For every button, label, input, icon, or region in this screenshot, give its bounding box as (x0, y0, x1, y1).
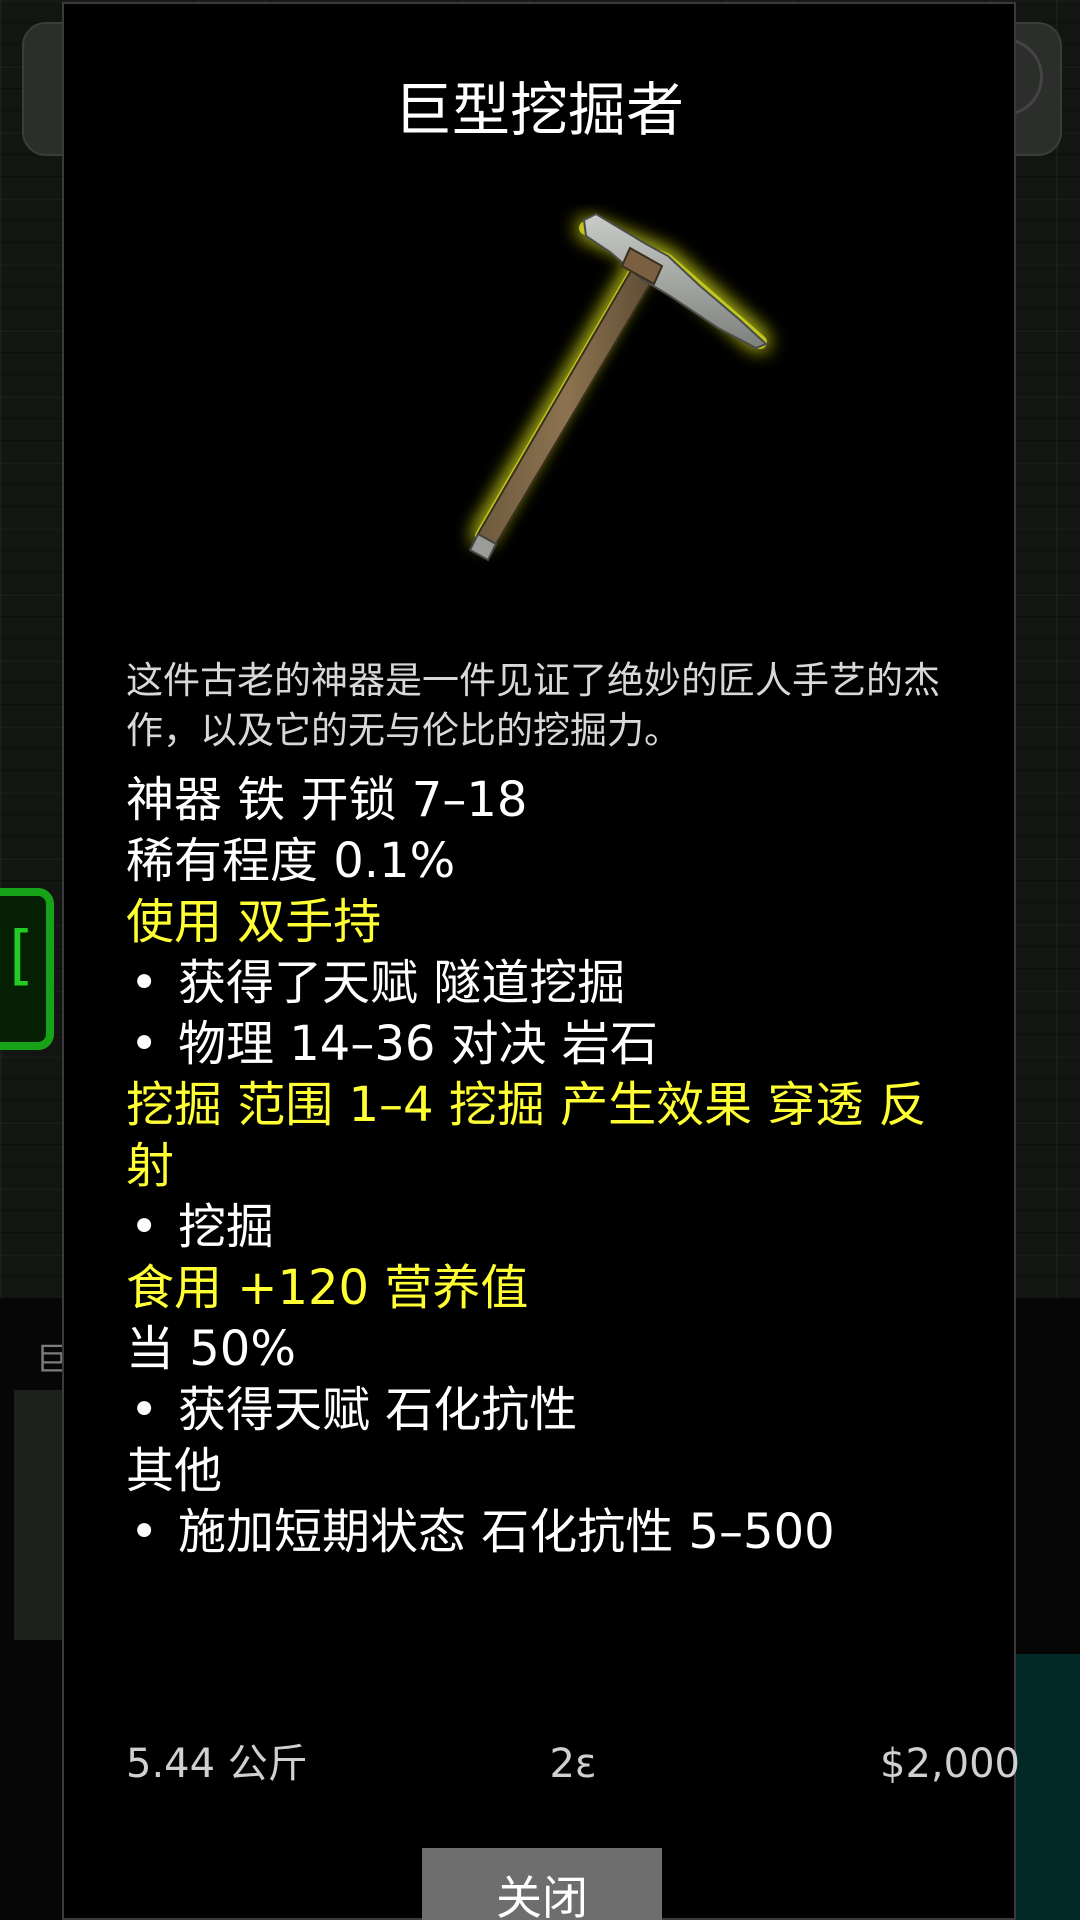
item-stats: 这件古老的神器是一件见证了绝妙的匠人手艺的杰作，以及它的无与伦比的挖掘力。 神器… (126, 656, 966, 1563)
stat-bullet-line: • 挖掘 (126, 1197, 966, 1258)
bullet-marker: • (130, 1199, 159, 1255)
item-footer: 5.44 公斤 2ε $2,000 (126, 1734, 1020, 1794)
item-detail-dialog: 巨型挖掘者 这件古老的神器是一件见证了绝妙的匠人手艺的杰作，以及它的无与伦比的挖… (62, 2, 1020, 1920)
stat-line: 挖掘 范围 1–4 挖掘 产生效果 穿透 反射 (126, 1077, 927, 1194)
side-menu-glyph: [ (0, 919, 39, 993)
stat-line: 当 50% (126, 1321, 296, 1377)
stat-bullet-line: • 获得天赋 石化抗性 (126, 1380, 966, 1441)
stat-bullet-line: • 施加短期状态 石化抗性 5–500 (126, 1502, 966, 1563)
stat-text: 挖掘 (178, 1199, 275, 1255)
stat-text: 物理 14–36 对决 岩石 (178, 1016, 658, 1072)
item-description: 这件古老的神器是一件见证了绝妙的匠人手艺的杰作，以及它的无与伦比的挖掘力。 (126, 659, 940, 752)
stat-line: 其他 (126, 1443, 223, 1499)
bullet-marker: • (130, 1382, 159, 1438)
stat-text: 获得天赋 石化抗性 (178, 1382, 578, 1438)
game-screen: [ 巨 巨型挖掘者 这件古老的神器是一件见证了绝妙的匠人手艺的杰作，以及它的无与… (0, 0, 1080, 1920)
stat-text: 施加短期状态 石化抗性 5–500 (178, 1504, 835, 1560)
side-menu-button[interactable]: [ (0, 888, 54, 1050)
item-price: $2,000 (880, 1741, 1020, 1787)
bullet-marker: • (130, 1016, 159, 1072)
pickaxe-icon (468, 212, 768, 562)
action-button[interactable] (1015, 1654, 1080, 1920)
bullet-marker: • (130, 955, 159, 1011)
item-title: 巨型挖掘者 (393, 76, 684, 144)
bullet-marker: • (130, 1504, 159, 1560)
stat-line: 神器 铁 开锁 7–18 (126, 772, 528, 828)
stat-text: 获得了天赋 隧道挖掘 (178, 955, 626, 1011)
stat-bullet-line: • 获得了天赋 隧道挖掘 (126, 953, 966, 1014)
stat-line: 食用 +120 营养值 (126, 1260, 529, 1316)
stat-line: 稀有程度 0.1% (126, 833, 456, 889)
stat-lines: 神器 铁 开锁 7–18 稀有程度 0.1% 使用 双手持 • 获得了天赋 隧道挖掘 • 物… (126, 770, 966, 1563)
stat-bullet-line: • 物理 14–36 对决 岩石 (126, 1014, 966, 1075)
close-button[interactable]: 关闭 (422, 1848, 662, 1920)
stat-line: 使用 双手持 (126, 894, 382, 950)
